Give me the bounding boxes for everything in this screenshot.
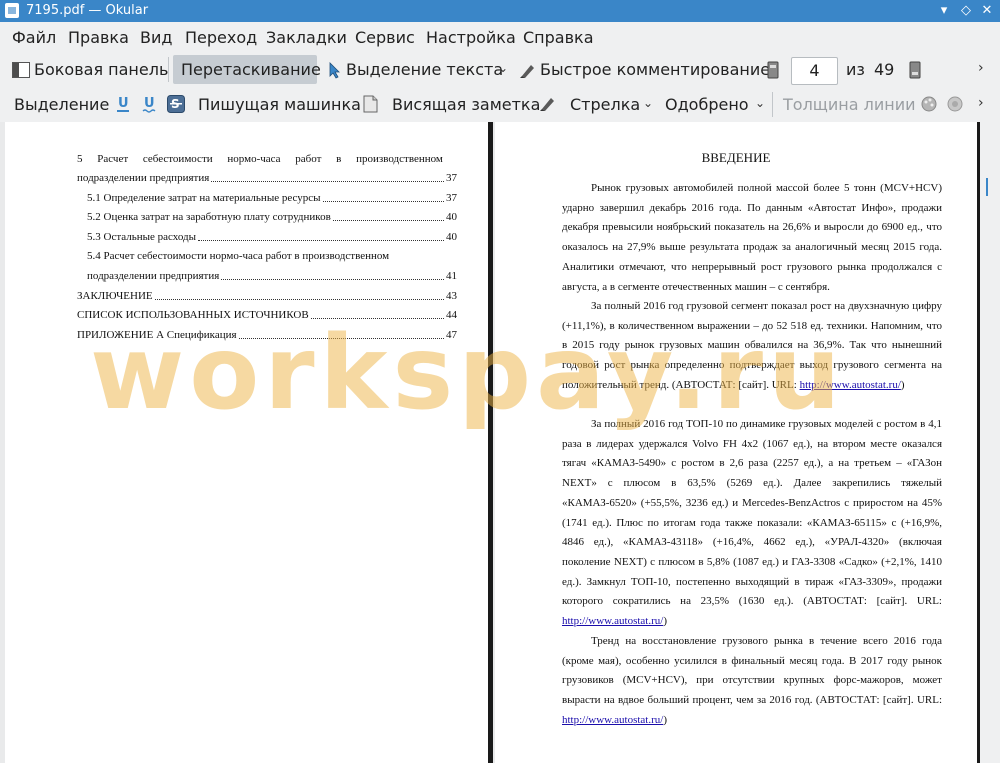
arrow-dropdown-icon[interactable]: ⌄ bbox=[643, 96, 653, 110]
drag-mode-label: Перетаскивание bbox=[181, 60, 321, 79]
color-palette-icon[interactable] bbox=[920, 95, 938, 113]
quick-comment-label: Быстрое комментирование bbox=[540, 60, 771, 79]
scroll-position-marker[interactable] bbox=[986, 178, 988, 196]
source-link[interactable]: http://www.autostat.ru/ bbox=[562, 615, 663, 627]
opacity-icon[interactable] bbox=[946, 95, 964, 113]
cursor-arrow-icon bbox=[329, 62, 340, 79]
line-width-button[interactable]: Толщина линии bbox=[783, 93, 916, 117]
sidebar-label: Боковая панель bbox=[34, 60, 169, 79]
document-view[interactable]: 5 Расчет себестоимости нормо-часа работ … bbox=[0, 122, 1000, 763]
okular-app-icon bbox=[5, 3, 19, 18]
toc-entry[interactable]: 5.1 Определение затрат на материальные р… bbox=[87, 191, 457, 205]
menu-bookmarks[interactable]: Закладки bbox=[266, 28, 347, 47]
paragraph: Тренд на восстановление грузового рынка … bbox=[562, 635, 942, 726]
close-icon[interactable]: ✕ bbox=[978, 2, 996, 20]
menu-go[interactable]: Переход bbox=[185, 28, 257, 47]
window-title: 7195.pdf — Okular bbox=[26, 3, 149, 18]
document-page-left: 5 Расчет себестоимости нормо-часа работ … bbox=[5, 122, 488, 763]
text-select-label: Выделение текста bbox=[346, 60, 504, 79]
stamp-dropdown-icon[interactable]: ⌄ bbox=[755, 96, 765, 110]
menu-view[interactable]: Вид bbox=[140, 28, 172, 47]
toc-entry[interactable]: СПИСОК ИСПОЛЬЗОВАННЫХ ИСТОЧНИКОВ 44 bbox=[77, 308, 457, 322]
source-link[interactable]: http://www.autostat.ru/ bbox=[562, 714, 663, 726]
pen-comment-icon bbox=[520, 65, 534, 78]
svg-text:U: U bbox=[118, 96, 129, 111]
paragraph: За полный 2016 год грузовой сегмент пока… bbox=[562, 300, 942, 391]
text-select-dropdown-icon[interactable]: ⌄ bbox=[498, 61, 508, 75]
menu-edit[interactable]: Правка bbox=[68, 28, 129, 47]
menu-tools[interactable]: Сервис bbox=[355, 28, 415, 47]
paragraph: За полный 2016 год ТОП-10 по динамике гр… bbox=[562, 418, 942, 628]
drag-mode-button[interactable]: Перетаскивание bbox=[173, 55, 321, 84]
stamp-button[interactable]: Одобрено bbox=[665, 93, 749, 117]
source-link[interactable]: http://www.autostat.ru/ bbox=[800, 379, 901, 391]
section-heading: ВВЕДЕНИЕ bbox=[701, 150, 771, 165]
previous-page-icon[interactable] bbox=[767, 61, 779, 79]
menu-help[interactable]: Справка bbox=[523, 28, 594, 47]
toc-entry[interactable]: 5.4 Расчет себестоимости нормо-часа рабо… bbox=[87, 249, 457, 263]
page-of-label: из bbox=[846, 60, 865, 79]
paragraph: Рынок грузовых автомобилей полной массой… bbox=[562, 182, 942, 293]
annotation-overflow-icon[interactable]: › bbox=[978, 95, 984, 111]
page-gap-divider bbox=[488, 122, 493, 763]
toolbar-separator bbox=[772, 92, 773, 117]
sticky-note-icon bbox=[363, 95, 378, 113]
underline-icon[interactable]: U bbox=[116, 95, 131, 113]
page-number-input[interactable]: 4 bbox=[791, 57, 838, 85]
arrow-button[interactable]: Стрелка bbox=[570, 93, 640, 117]
next-page-icon[interactable] bbox=[909, 61, 921, 79]
menu-settings[interactable]: Настройка bbox=[426, 28, 516, 47]
maximize-icon[interactable]: ◇ bbox=[957, 2, 975, 20]
arrow-tool-icon bbox=[540, 98, 554, 111]
svg-text:U: U bbox=[144, 96, 155, 111]
annotation-toolbar: Выделение U U S Пишущая машинка Висящая … bbox=[0, 87, 1000, 122]
toc-entry[interactable]: 5 Расчет себестоимости нормо-часа работ … bbox=[77, 152, 457, 166]
strikeout-icon[interactable]: S bbox=[167, 95, 185, 113]
sticky-note-button[interactable]: Висящая заметка bbox=[392, 93, 540, 117]
main-toolbar: Боковая панель Перетаскивание Выделение … bbox=[0, 52, 1000, 87]
title-bar: 7195.pdf — Okular ▾ ◇ ✕ bbox=[0, 0, 1000, 22]
toc-entry[interactable]: подразделении предприятия 37 bbox=[77, 171, 457, 185]
sidebar-icon bbox=[12, 62, 30, 78]
minimize-icon[interactable]: ▾ bbox=[935, 2, 953, 20]
menu-bar: Файл Правка Вид Переход Закладки Сервис … bbox=[0, 22, 1000, 52]
page-total-label: 49 bbox=[874, 60, 895, 79]
toc-entry[interactable]: 5.3 Остальные расходы 40 bbox=[87, 230, 457, 244]
toc-entry[interactable]: подразделении предприятия 41 bbox=[87, 269, 457, 283]
typewriter-button[interactable]: Пишущая машинка bbox=[198, 93, 361, 117]
select-annotation-button[interactable]: Выделение bbox=[14, 93, 109, 117]
toolbar-separator bbox=[168, 57, 169, 82]
toc-entry[interactable]: 5.2 Оценка затрат на заработную плату со… bbox=[87, 210, 457, 224]
toc-entry[interactable]: ЗАКЛЮЧЕНИЕ 43 bbox=[77, 289, 457, 303]
menu-file[interactable]: Файл bbox=[12, 28, 56, 47]
toc-entry[interactable]: ПРИЛОЖЕНИЕ А Спецификация 47 bbox=[77, 328, 457, 342]
document-page-right: ВВЕДЕНИЕ Рынок грузовых автомобилей полн… bbox=[495, 122, 977, 763]
toolbar-overflow-icon[interactable]: › bbox=[978, 60, 984, 76]
vertical-scrollbar[interactable] bbox=[980, 122, 1000, 763]
squiggle-underline-icon[interactable]: U bbox=[142, 95, 157, 113]
